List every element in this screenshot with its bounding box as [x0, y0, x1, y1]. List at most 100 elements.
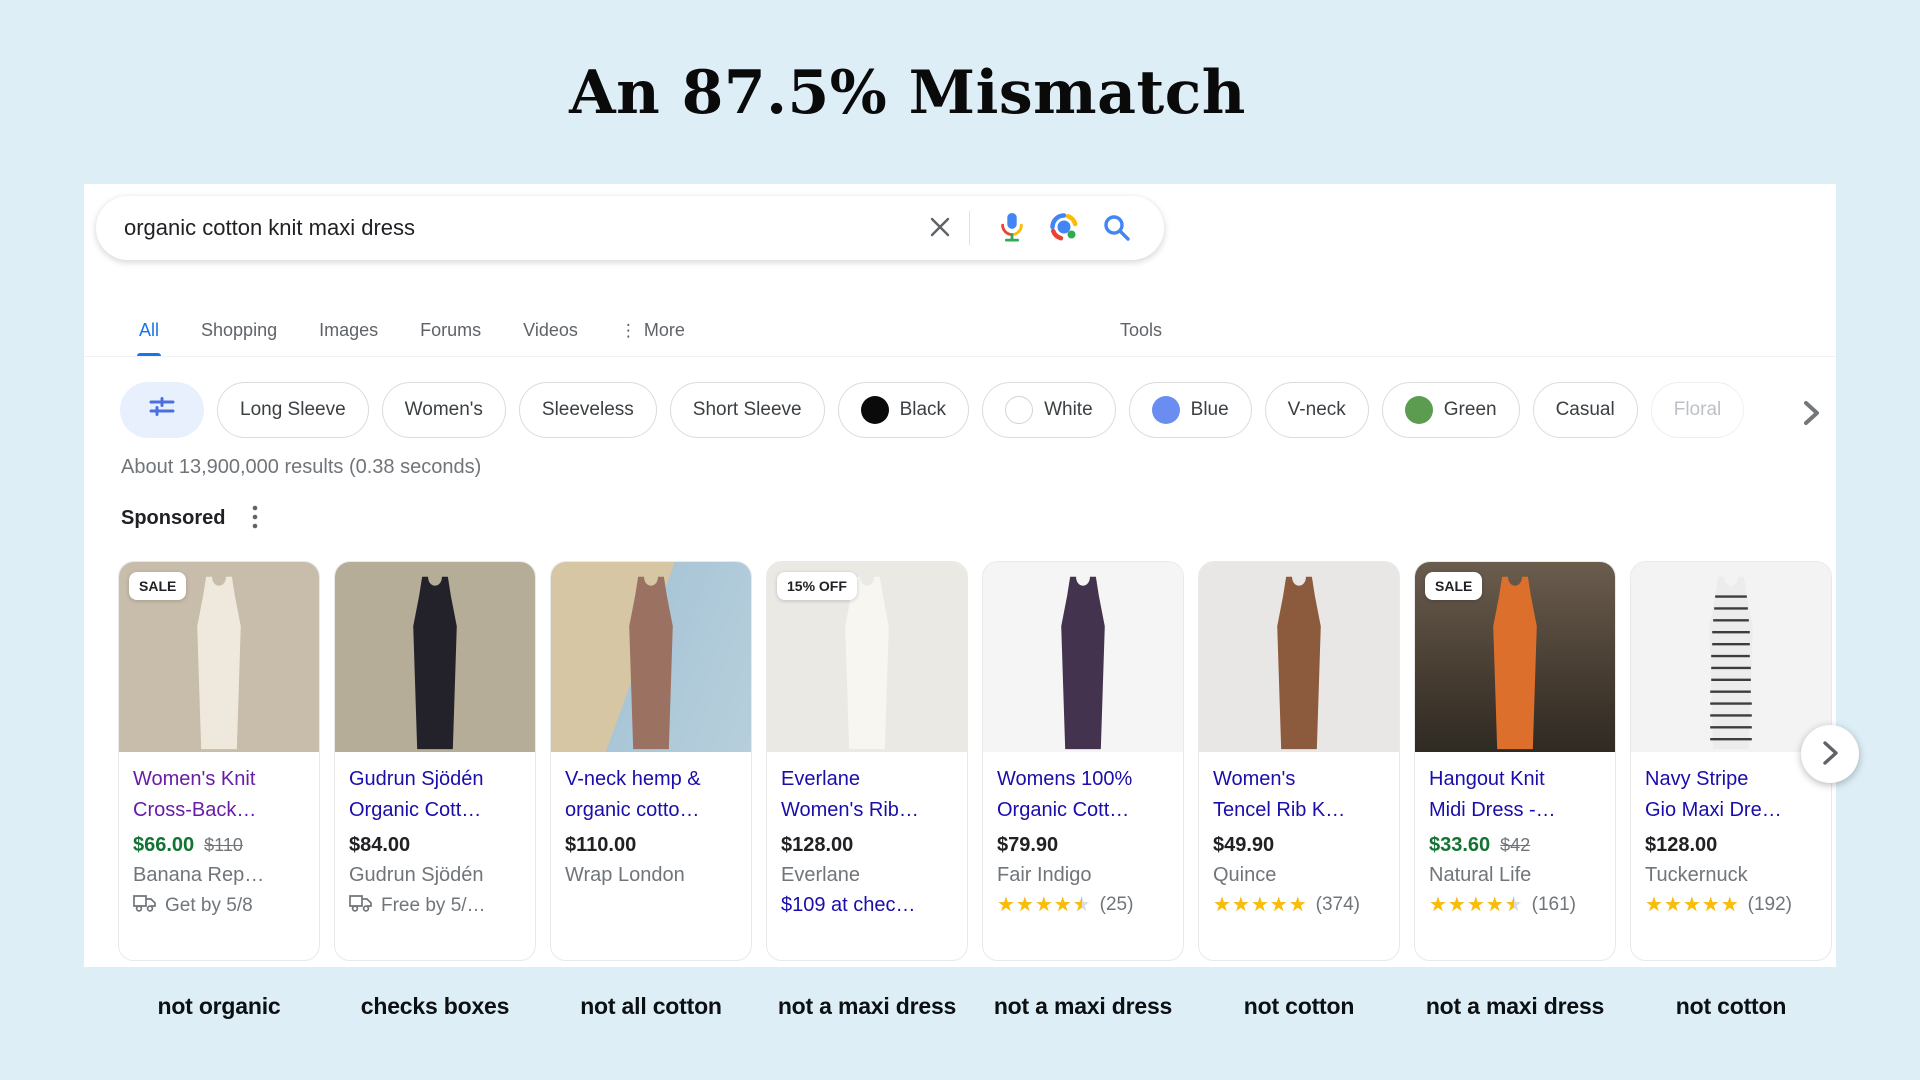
tab-label: Forums [420, 320, 481, 341]
product-card[interactable]: Women's Tencel Rib K… $49.90 Quince [1198, 561, 1400, 961]
product-image[interactable] [1631, 562, 1831, 752]
filter-chip[interactable]: V-neck [1265, 382, 1369, 438]
tab[interactable]: Images [317, 320, 380, 356]
filter-chip[interactable]: Women's [382, 382, 506, 438]
filter-chip[interactable]: Floral [1651, 382, 1745, 438]
product-title-link[interactable]: Women's Knit Cross-Back… [133, 764, 305, 826]
filters-button[interactable] [120, 382, 204, 438]
dress-shape [1061, 577, 1105, 749]
product-image[interactable]: SALE [1415, 562, 1615, 752]
review-count: (192) [1748, 894, 1792, 916]
three-dots-vertical-icon: ⋮ [620, 321, 637, 341]
dress-shape [1493, 577, 1537, 749]
search-bar[interactable]: organic cotton knit maxi dress [96, 196, 1164, 260]
annotation-label: not all cotton [550, 993, 752, 1020]
product-card[interactable]: SALE Women's Knit Cross-Back… $66.00 $11… [118, 561, 320, 961]
chip-label: Women's [405, 399, 483, 421]
annotation-label: not cotton [1630, 993, 1832, 1020]
filter-chip[interactable]: Green [1382, 382, 1520, 438]
product-info: Women's Tencel Rib K… $49.90 Quince [1199, 752, 1399, 916]
filter-chip[interactable]: Black [838, 382, 969, 438]
dress-shape [413, 577, 457, 749]
checkout-price-link[interactable]: $109 at chec… [781, 894, 953, 917]
product-title-link[interactable]: V-neck hemp & organic cotto… [565, 764, 737, 826]
price: $128.00 [1645, 834, 1717, 857]
tab[interactable]: All [137, 320, 161, 356]
price: $33.60 [1429, 834, 1490, 857]
carousel-next-button[interactable] [1801, 725, 1859, 783]
product-title-link[interactable]: Women's Tencel Rib K… [1213, 764, 1385, 826]
filter-chip[interactable]: Blue [1129, 382, 1252, 438]
dress-shape [1709, 577, 1753, 749]
chip-label: Black [900, 399, 946, 421]
product-title-link[interactable]: Navy Stripe Gio Maxi Dre… [1645, 764, 1817, 826]
product-card[interactable]: Womens 100% Organic Cott… $79.90 Fair In… [982, 561, 1184, 961]
tab[interactable]: Shopping [199, 320, 279, 356]
filter-chip[interactable]: Casual [1533, 382, 1638, 438]
google-lens-button[interactable] [1049, 212, 1079, 245]
product-card[interactable]: SALE Hangout Knit Midi Dress -… $33.60 $… [1414, 561, 1616, 961]
price-row: $84.00 [349, 834, 521, 857]
price: $110.00 [565, 834, 636, 857]
tab[interactable]: Forums [418, 320, 483, 356]
chip-label: Long Sleeve [240, 399, 346, 421]
price-row: $128.00 [781, 834, 953, 857]
product-title-link[interactable]: Hangout Knit Midi Dress -… [1429, 764, 1601, 826]
tab-label: Videos [523, 320, 578, 341]
product-info: V-neck hemp & organic cotto… $110.00 Wra… [551, 752, 751, 887]
shipping-info: Get by 5/8 [133, 894, 305, 918]
search-icon [1101, 212, 1131, 245]
filter-chip[interactable]: Short Sleeve [670, 382, 825, 438]
search-input[interactable]: organic cotton knit maxi dress [124, 215, 927, 241]
product-image[interactable]: 15% OFF [767, 562, 967, 752]
product-image[interactable] [335, 562, 535, 752]
tab[interactable]: ⋮ More [618, 320, 687, 356]
price-row: $79.90 [997, 834, 1169, 857]
merchant-name: Natural Life [1429, 864, 1601, 887]
sponsored-menu-button[interactable] [249, 502, 261, 535]
clear-search-button[interactable] [927, 214, 953, 243]
chips-scroll-right-button[interactable] [1794, 393, 1828, 436]
star-rating-icon: ★★★★★ ★★★★★ [1429, 895, 1524, 915]
sponsored-label: Sponsored [121, 507, 225, 530]
merchant-name: Tuckernuck [1645, 864, 1817, 887]
voice-search-button[interactable] [997, 212, 1027, 245]
chip-label: Green [1444, 399, 1497, 421]
shipping-text: Get by 5/8 [165, 895, 253, 917]
product-image[interactable] [1199, 562, 1399, 752]
tools-button[interactable]: Tools [1118, 320, 1164, 356]
review-count: (161) [1532, 894, 1576, 916]
dress-illustration [551, 562, 751, 752]
annotation-label: not a maxi dress [1414, 993, 1616, 1020]
product-title-link[interactable]: Everlane Women's Rib… [781, 764, 953, 826]
chip-label: Casual [1556, 399, 1615, 421]
product-card[interactable]: V-neck hemp & organic cotto… $110.00 Wra… [550, 561, 752, 961]
merchant-name: Gudrun Sjödén [349, 864, 521, 887]
dress-illustration [983, 562, 1183, 752]
shipping-text: Free by 5/… [381, 895, 486, 917]
sliders-filter-icon [149, 394, 175, 426]
product-image[interactable] [551, 562, 751, 752]
results-stats: About 13,900,000 results (0.38 seconds) [121, 456, 481, 479]
tab-label: All [139, 320, 159, 341]
product-title-link[interactable]: Womens 100% Organic Cott… [997, 764, 1169, 826]
color-swatch [1405, 396, 1433, 424]
delivery-truck-icon [349, 894, 373, 918]
sponsored-row: Sponsored [121, 502, 261, 535]
product-image[interactable]: SALE [119, 562, 319, 752]
filter-chip[interactable]: White [982, 382, 1116, 438]
filter-chip[interactable]: Long Sleeve [217, 382, 369, 438]
product-info: Navy Stripe Gio Maxi Dre… $128.00 Tucker… [1631, 752, 1831, 916]
tab-label: Images [319, 320, 378, 341]
product-card[interactable]: Gudrun Sjödén Organic Cott… $84.00 Gudru… [334, 561, 536, 961]
search-submit-button[interactable] [1101, 212, 1131, 245]
tabs-bar: All Shopping Images Forums [84, 294, 1836, 357]
product-image[interactable] [983, 562, 1183, 752]
rating-row: ★★★★★ ★★★★★ (161) [1429, 894, 1601, 916]
product-card[interactable]: 15% OFF Everlane Women's Rib… $128.00 Ev… [766, 561, 968, 961]
filter-chip[interactable]: Sleeveless [519, 382, 657, 438]
review-count: (374) [1316, 894, 1360, 916]
price-row: $110.00 [565, 834, 737, 857]
product-title-link[interactable]: Gudrun Sjödén Organic Cott… [349, 764, 521, 826]
tab[interactable]: Videos [521, 320, 580, 356]
